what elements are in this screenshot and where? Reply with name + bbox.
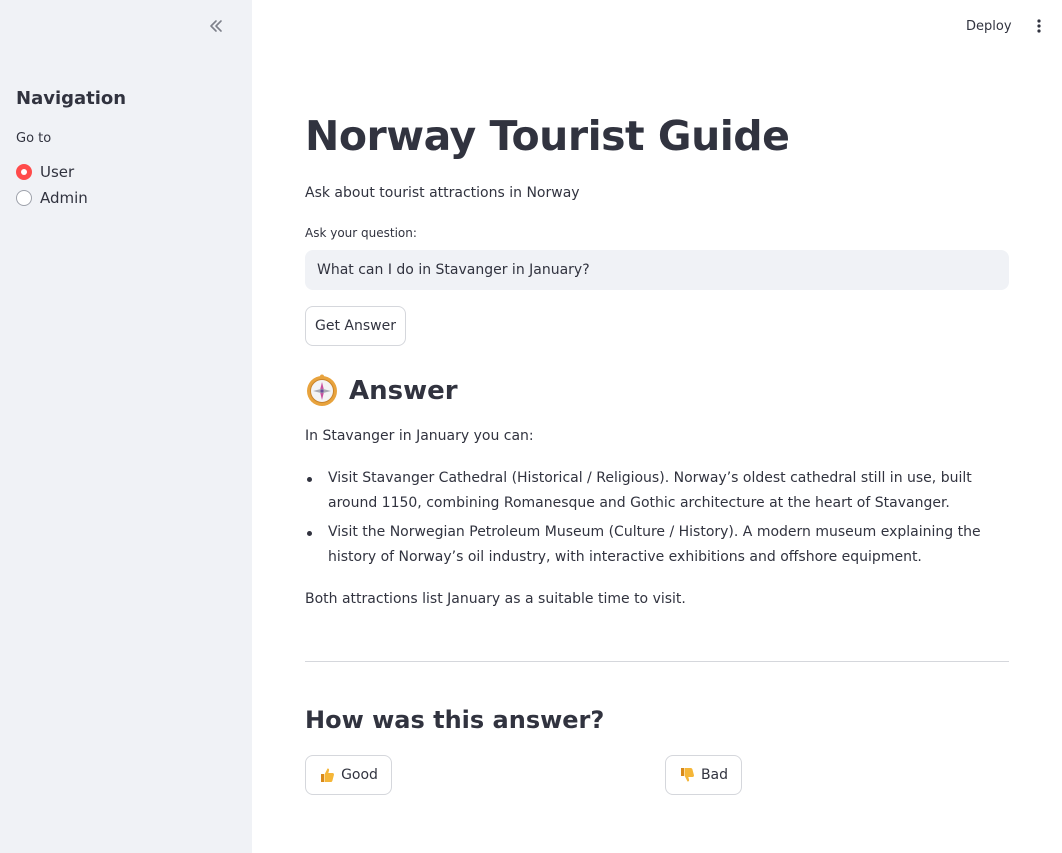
main-menu-button[interactable] bbox=[1030, 14, 1048, 38]
good-feedback-button[interactable]: Good bbox=[305, 755, 392, 795]
radio-option-admin[interactable]: Admin bbox=[16, 185, 88, 211]
list-item: Visit Stavanger Cathedral (Historical / … bbox=[305, 466, 1010, 516]
list-item: Visit the Norwegian Petroleum Museum (Cu… bbox=[305, 520, 1010, 570]
radio-option-label: User bbox=[40, 163, 75, 181]
divider bbox=[305, 661, 1009, 662]
nav-radio-group: User Admin bbox=[16, 159, 88, 211]
vertical-dots-icon bbox=[1037, 19, 1041, 33]
collapse-sidebar-button[interactable] bbox=[204, 14, 228, 38]
page-title: Norway Tourist Guide bbox=[305, 112, 790, 160]
app-root: Navigation Go to User Admin Deploy Norwa… bbox=[0, 0, 1062, 853]
question-input[interactable] bbox=[305, 250, 1009, 290]
answer-heading: Answer bbox=[305, 374, 458, 408]
answer-intro: In Stavanger in January you can: bbox=[305, 428, 534, 444]
good-feedback-label: Good bbox=[341, 767, 378, 783]
thumbs-down-icon bbox=[680, 768, 694, 782]
thumbs-up-icon bbox=[321, 768, 335, 782]
compass-icon bbox=[307, 374, 337, 406]
sidebar-title: Navigation bbox=[16, 88, 127, 109]
bad-feedback-label: Bad bbox=[700, 767, 729, 783]
answer-outro: Both attractions list January as a suita… bbox=[305, 591, 686, 607]
sidebar: Navigation Go to User Admin bbox=[0, 0, 252, 853]
double-chevron-left-icon bbox=[210, 20, 222, 32]
question-input-label: Ask your question: bbox=[305, 226, 417, 240]
feedback-heading: How was this answer? bbox=[305, 706, 605, 734]
deploy-button[interactable]: Deploy bbox=[966, 14, 1012, 38]
bad-feedback-button[interactable]: Bad bbox=[665, 755, 742, 795]
get-answer-button[interactable]: Get Answer bbox=[305, 306, 406, 346]
answer-heading-text: Answer bbox=[349, 376, 458, 406]
radio-selected-icon[interactable] bbox=[16, 164, 32, 180]
answer-list: Visit Stavanger Cathedral (Historical / … bbox=[305, 466, 1010, 574]
radio-unselected-icon[interactable] bbox=[16, 190, 32, 206]
radio-option-label: Admin bbox=[40, 189, 88, 207]
radio-option-user[interactable]: User bbox=[16, 159, 88, 185]
page-subtitle: Ask about tourist attractions in Norway bbox=[305, 185, 580, 201]
radio-group-label: Go to bbox=[16, 131, 52, 146]
